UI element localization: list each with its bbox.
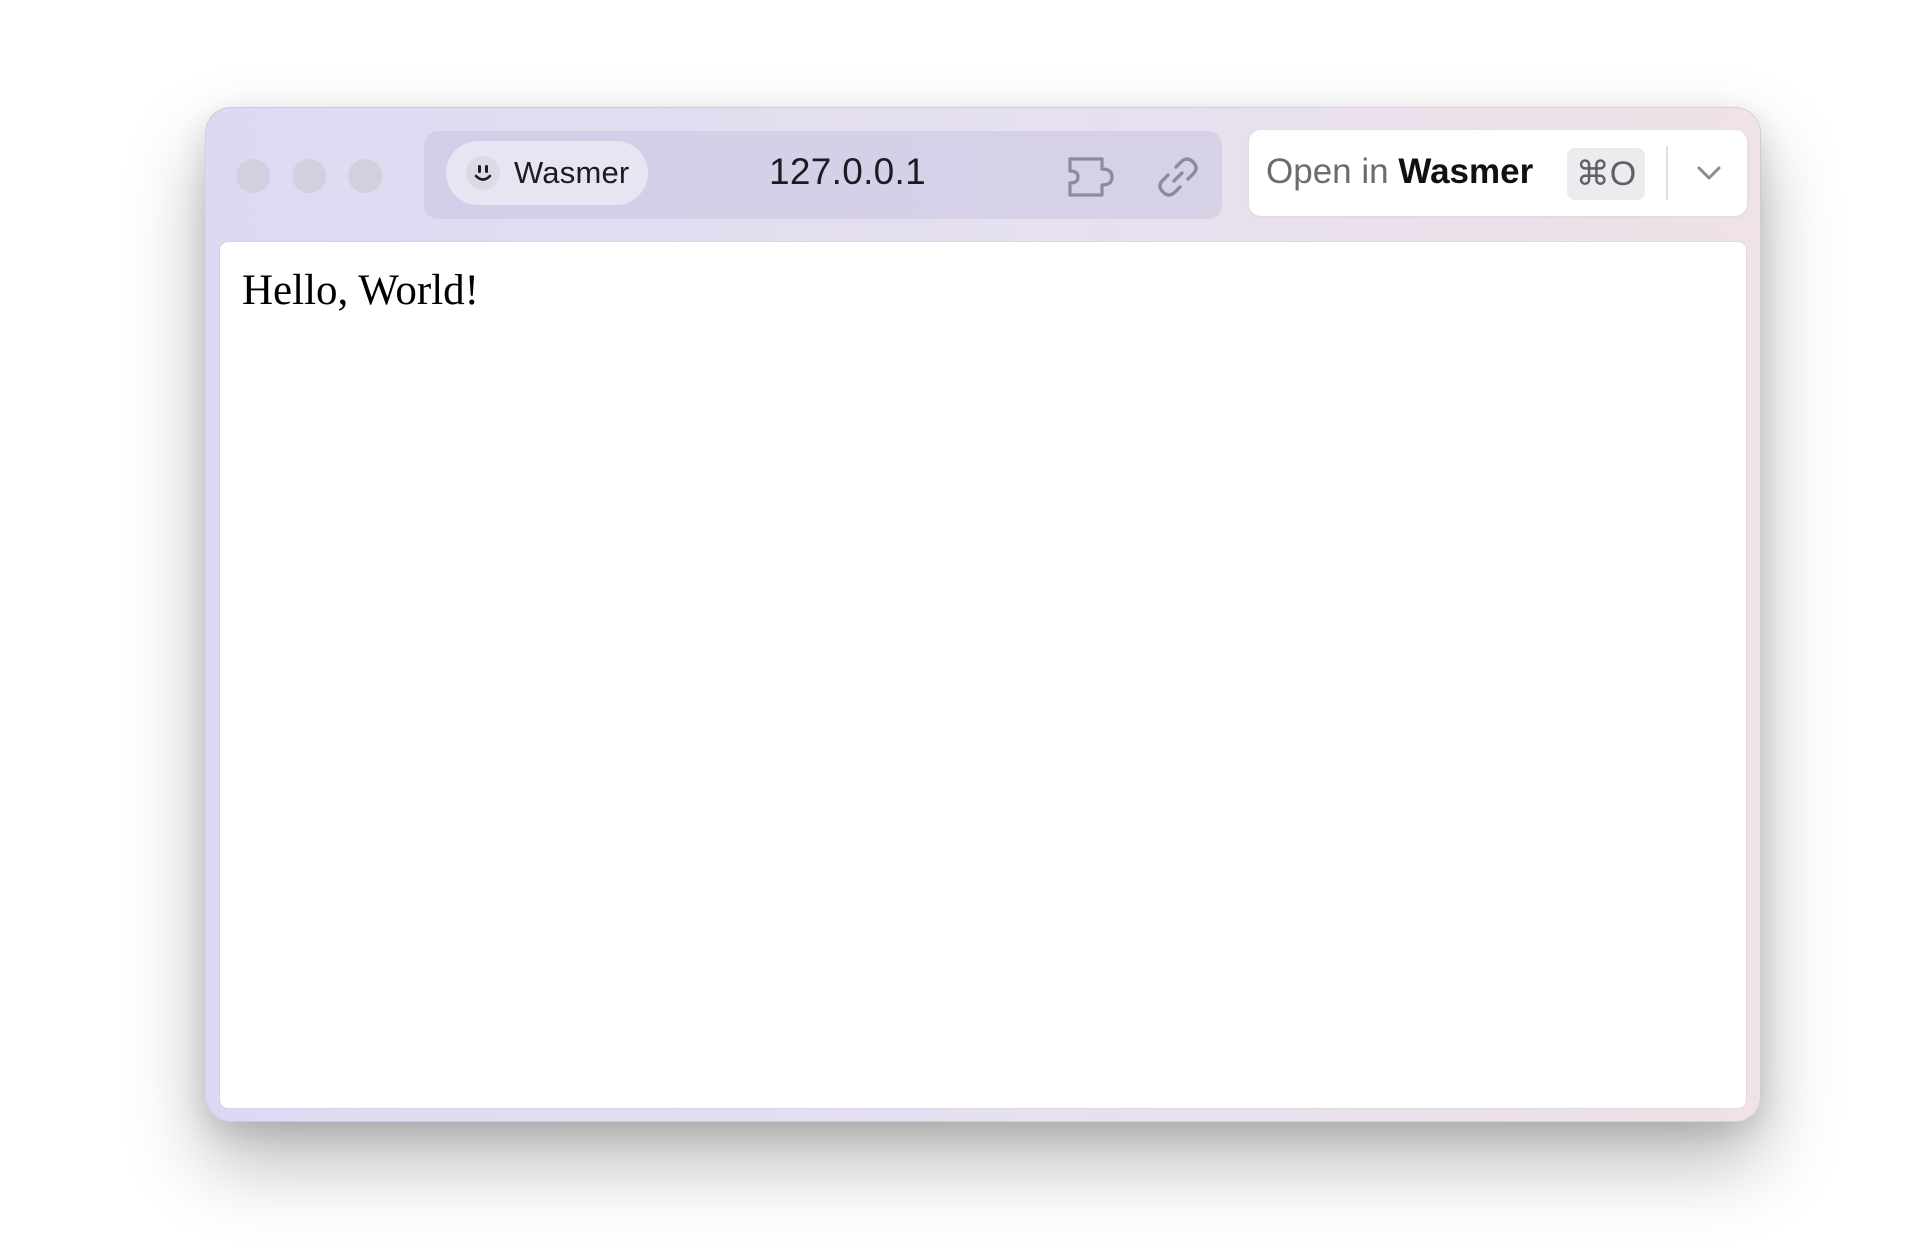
open-in-app-button[interactable]: Open in Wasmer ⌘O bbox=[1249, 130, 1747, 216]
close-window-button[interactable] bbox=[236, 159, 270, 193]
extension-icon[interactable] bbox=[1066, 153, 1124, 206]
smiley-icon bbox=[466, 156, 500, 190]
open-in-label: Open in Wasmer bbox=[1266, 152, 1533, 192]
keyboard-shortcut-badge: ⌘O bbox=[1567, 148, 1645, 200]
link-icon[interactable] bbox=[1154, 153, 1202, 206]
browser-window: Wasmer 127.0.0.1 Open in Wasmer ⌘O Hello… bbox=[205, 107, 1761, 1122]
button-divider bbox=[1666, 146, 1668, 200]
page-text: Hello, World! bbox=[242, 267, 479, 314]
open-in-prefix: Open in bbox=[1266, 152, 1389, 191]
address-bar[interactable]: Wasmer 127.0.0.1 bbox=[424, 131, 1222, 219]
site-pill[interactable]: Wasmer bbox=[446, 141, 648, 205]
chevron-down-icon[interactable] bbox=[1693, 158, 1725, 193]
minimize-window-button[interactable] bbox=[292, 159, 326, 193]
site-name: Wasmer bbox=[514, 155, 630, 190]
page-content: Hello, World! bbox=[220, 242, 1746, 1108]
url-text[interactable]: 127.0.0.1 bbox=[769, 151, 926, 193]
open-in-app-name: Wasmer bbox=[1398, 152, 1534, 191]
zoom-window-button[interactable] bbox=[348, 159, 382, 193]
